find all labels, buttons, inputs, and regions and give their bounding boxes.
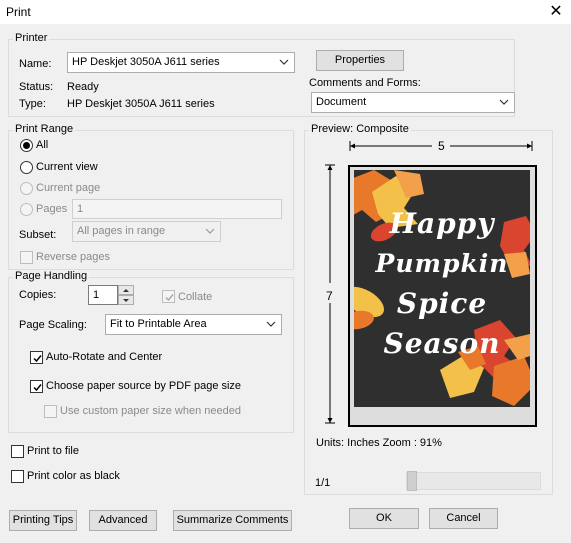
- comments-label: Comments and Forms:: [309, 77, 421, 89]
- chevron-down-icon: [499, 99, 509, 105]
- radio-current-view-label: Current view: [36, 161, 98, 173]
- printer-name-select[interactable]: HP Deskjet 3050A J611 series: [67, 52, 295, 73]
- close-icon[interactable]: ✕: [546, 2, 566, 22]
- radio-pages-label: Pages: [36, 203, 68, 215]
- page-scaling-select[interactable]: Fit to Printable Area: [105, 314, 282, 335]
- poster-line-2: Pumpkin: [375, 249, 509, 278]
- stepper-down-icon[interactable]: [118, 295, 134, 305]
- height-dimension-label: 7: [326, 289, 333, 303]
- checkmark-icon: [165, 294, 174, 302]
- copies-input[interactable]: 1: [88, 285, 118, 305]
- page-slider[interactable]: [406, 472, 541, 490]
- print-color-black-label: Print color as black: [27, 470, 120, 482]
- chevron-down-icon: [205, 228, 215, 234]
- type-value: HP Deskjet 3050A J611 series: [67, 98, 215, 110]
- subset-select[interactable]: All pages in range: [72, 221, 221, 242]
- auto-rotate-label: Auto-Rotate and Center: [46, 351, 163, 363]
- title-bar: [0, 0, 571, 24]
- properties-button[interactable]: Properties: [316, 50, 404, 71]
- units-zoom-text: Units: Inches Zoom : 91%: [316, 437, 442, 449]
- page-scaling-label: Page Scaling:: [19, 319, 87, 331]
- comments-select[interactable]: Document: [311, 92, 515, 113]
- printer-legend: Printer: [13, 32, 50, 44]
- radio-all-label: All: [36, 139, 49, 151]
- custom-paper-label: Use custom paper size when needed: [60, 405, 241, 417]
- reverse-pages-checkbox[interactable]: [20, 251, 33, 264]
- cancel-button[interactable]: Cancel: [429, 508, 498, 529]
- preview-legend: Preview: Composite: [309, 123, 411, 135]
- print-to-file-label: Print to file: [27, 445, 79, 457]
- auto-rotate-checkbox[interactable]: [30, 351, 43, 364]
- poster-line-1: Happy: [389, 207, 495, 240]
- paper-source-label: Choose paper source by PDF page size: [46, 380, 242, 392]
- comments-value: Document: [316, 96, 367, 108]
- poster-image: Happy Pumpkin Spice Season: [354, 170, 530, 407]
- status-label: Status:: [19, 81, 54, 93]
- radio-current-page[interactable]: [20, 182, 33, 195]
- window-title: Print: [6, 5, 31, 19]
- ok-button[interactable]: OK: [349, 508, 419, 529]
- checkmark-icon: [33, 384, 42, 392]
- paper-source-checkbox[interactable]: [30, 380, 43, 393]
- copies-label: Copies:: [19, 289, 57, 301]
- chevron-down-icon: [266, 321, 276, 327]
- pages-input[interactable]: 1: [72, 199, 282, 219]
- subset-label: Subset:: [19, 229, 57, 241]
- radio-current-view[interactable]: [20, 161, 33, 174]
- checkmark-icon: [33, 355, 42, 363]
- type-label: Type:: [19, 98, 46, 110]
- page-scaling-value: Fit to Printable Area: [110, 318, 207, 330]
- printer-name-label: Name:: [19, 58, 52, 70]
- chevron-down-icon: [279, 59, 289, 65]
- poster-line-3: Spice: [396, 287, 488, 320]
- width-dimension-label: 5: [438, 139, 445, 153]
- print-to-file-checkbox[interactable]: [11, 445, 24, 458]
- reverse-pages-label: Reverse pages: [36, 251, 110, 263]
- page-handling-legend: Page Handling: [13, 270, 90, 282]
- page-counter: 1/1: [315, 477, 331, 489]
- radio-pages[interactable]: [20, 203, 33, 216]
- summarize-comments-button[interactable]: Summarize Comments: [173, 510, 292, 531]
- print-color-black-checkbox[interactable]: [11, 470, 24, 483]
- print-range-legend: Print Range: [13, 123, 76, 135]
- radio-all[interactable]: [20, 139, 33, 152]
- copies-stepper[interactable]: [118, 285, 134, 305]
- status-value: Ready: [67, 81, 99, 93]
- printing-tips-button[interactable]: Printing Tips: [9, 510, 77, 531]
- printer-name-value: HP Deskjet 3050A J611 series: [72, 56, 220, 68]
- collate-label: Collate: [178, 291, 213, 303]
- page-slider-thumb[interactable]: [407, 471, 417, 491]
- radio-current-page-label: Current page: [36, 182, 101, 194]
- collate-checkbox[interactable]: [162, 290, 175, 303]
- custom-paper-checkbox[interactable]: [44, 405, 57, 418]
- stepper-up-icon[interactable]: [118, 285, 134, 295]
- subset-value: All pages in range: [77, 225, 166, 237]
- advanced-button[interactable]: Advanced: [89, 510, 157, 531]
- poster-line-4: Season: [383, 327, 501, 360]
